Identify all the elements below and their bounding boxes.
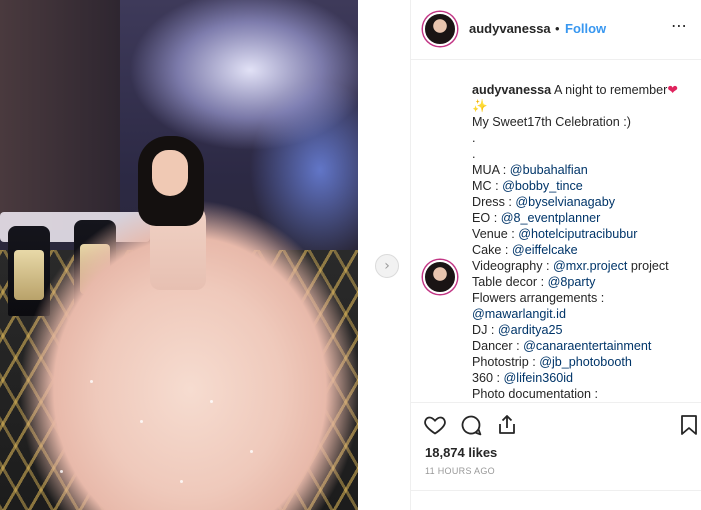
post-timestamp[interactable]: 11 HOURS AGO	[425, 466, 495, 476]
more-options-icon[interactable]: ⋯	[671, 16, 688, 35]
mention-link[interactable]: @eiffelcake	[512, 243, 578, 257]
caption-line: 360 : @lifein360id	[472, 370, 694, 386]
caption-line: Photostrip : @jb_photobooth	[472, 354, 694, 370]
header-separator: •	[555, 21, 560, 36]
heart-emoji: ❤	[667, 82, 678, 97]
photo-sparkle	[60, 470, 63, 473]
post-header: audyvanessa • Follow ⋯	[411, 0, 701, 60]
mention-link[interactable]: @canaraentertainment	[523, 339, 651, 353]
photo-sparkle	[180, 480, 183, 483]
comment-icon[interactable]	[459, 413, 483, 437]
caption-line: MC : @bobby_tince	[472, 178, 694, 194]
comment-bar	[411, 490, 701, 510]
header-username[interactable]: audyvanessa	[469, 21, 551, 36]
caption-line: MUA : @bubahalfian	[472, 162, 694, 178]
caption-line: DJ : @arditya25	[472, 322, 694, 338]
caption-line: Flowers arrangements :	[472, 290, 694, 306]
caption-area: audyvanessa A night to remember❤ ✨ My Sw…	[411, 60, 701, 402]
photo-sparkle	[210, 400, 213, 403]
action-bar	[411, 402, 701, 442]
mention-link[interactable]: @8_eventplanner	[501, 211, 601, 225]
caption-line-label: Dress :	[472, 195, 516, 209]
caption-line: Table decor : @8party	[472, 274, 694, 290]
caption-title: A night to remember	[553, 83, 668, 97]
mention-link[interactable]: @bobby_tince	[502, 179, 583, 193]
mention-link[interactable]: @hotelciputracibubur	[518, 227, 637, 241]
mention-link[interactable]: @byselvianagaby	[515, 195, 615, 209]
heart-icon[interactable]	[423, 413, 447, 437]
sparkles-emoji: ✨	[472, 98, 488, 113]
share-icon[interactable]	[495, 413, 519, 437]
caption-line-label: MUA :	[472, 163, 510, 177]
caption-line-label: Table decor :	[472, 275, 548, 289]
photo-sparkle	[250, 450, 253, 453]
caption-line-label: .	[472, 131, 476, 145]
caption-line-label: Cake :	[472, 243, 512, 257]
caption-line: Dress : @byselvianagaby	[472, 194, 694, 210]
mention-link[interactable]: @mawarlangit.id	[472, 307, 566, 321]
caption-line-label: Photostrip :	[472, 355, 540, 369]
mention-link[interactable]: @bubahalfian	[510, 163, 588, 177]
caption-line: Cake : @eiffelcake	[472, 242, 694, 258]
caption-line-label: EO :	[472, 211, 501, 225]
caption-line: Videography : @mxr.project project	[472, 258, 694, 274]
caption-line-label: Venue :	[472, 227, 519, 241]
caption-line: .	[472, 130, 694, 146]
caption-line-label: My Sweet17th Celebration :)	[472, 115, 631, 129]
mention-link[interactable]: @jb_photobooth	[539, 355, 632, 369]
caption-line: .	[472, 146, 694, 162]
caption-line: My Sweet17th Celebration :)	[472, 114, 694, 130]
caption-username[interactable]: audyvanessa	[472, 83, 551, 97]
photo-sparkle	[140, 420, 143, 423]
photo-sparkle	[90, 380, 93, 383]
post-side-panel: audyvanessa • Follow ⋯ audyvanessa A nig…	[410, 0, 701, 510]
photo-face	[152, 150, 188, 196]
caption-line: Venue : @hotelciputracibubur	[472, 226, 694, 242]
caption-line: Photo documentation :	[472, 386, 694, 402]
caption-line: EO : @8_eventplanner	[472, 210, 694, 226]
mention-link[interactable]: @8party	[548, 275, 596, 289]
chevron-right-icon: ›	[384, 258, 390, 274]
caption-line-label: Videography :	[472, 259, 553, 273]
bookmark-icon[interactable]	[677, 413, 701, 437]
caption-text: audyvanessa A night to remember❤ ✨ My Sw…	[472, 82, 694, 402]
follow-button[interactable]: Follow	[565, 21, 606, 36]
caption-avatar[interactable]	[423, 260, 457, 294]
caption-line-label: .	[472, 147, 476, 161]
mention-link[interactable]: @mxr.project	[553, 259, 627, 273]
caption-line-label: 360 :	[472, 371, 504, 385]
caption-line: Dancer : @canaraentertainment	[472, 338, 694, 354]
caption-line-label: MC :	[472, 179, 503, 193]
caption-line-label: Photo documentation :	[472, 387, 599, 401]
photo-wall	[0, 0, 120, 230]
caption-line-label: Dancer :	[472, 339, 524, 353]
mention-link[interactable]: @arditya25	[498, 323, 563, 337]
avatar[interactable]	[423, 12, 457, 46]
caption-line-suffix: project	[627, 259, 669, 273]
caption-line-label: DJ :	[472, 323, 498, 337]
caption-line: @mawarlangit.id	[472, 306, 694, 322]
carousel-next-button[interactable]: ›	[375, 254, 399, 278]
likes-count[interactable]: 18,874 likes	[425, 445, 497, 460]
post-photo[interactable]	[0, 0, 358, 510]
caption-line-label: Flowers arrangements :	[472, 291, 605, 305]
mention-link[interactable]: @lifein360id	[504, 371, 574, 385]
